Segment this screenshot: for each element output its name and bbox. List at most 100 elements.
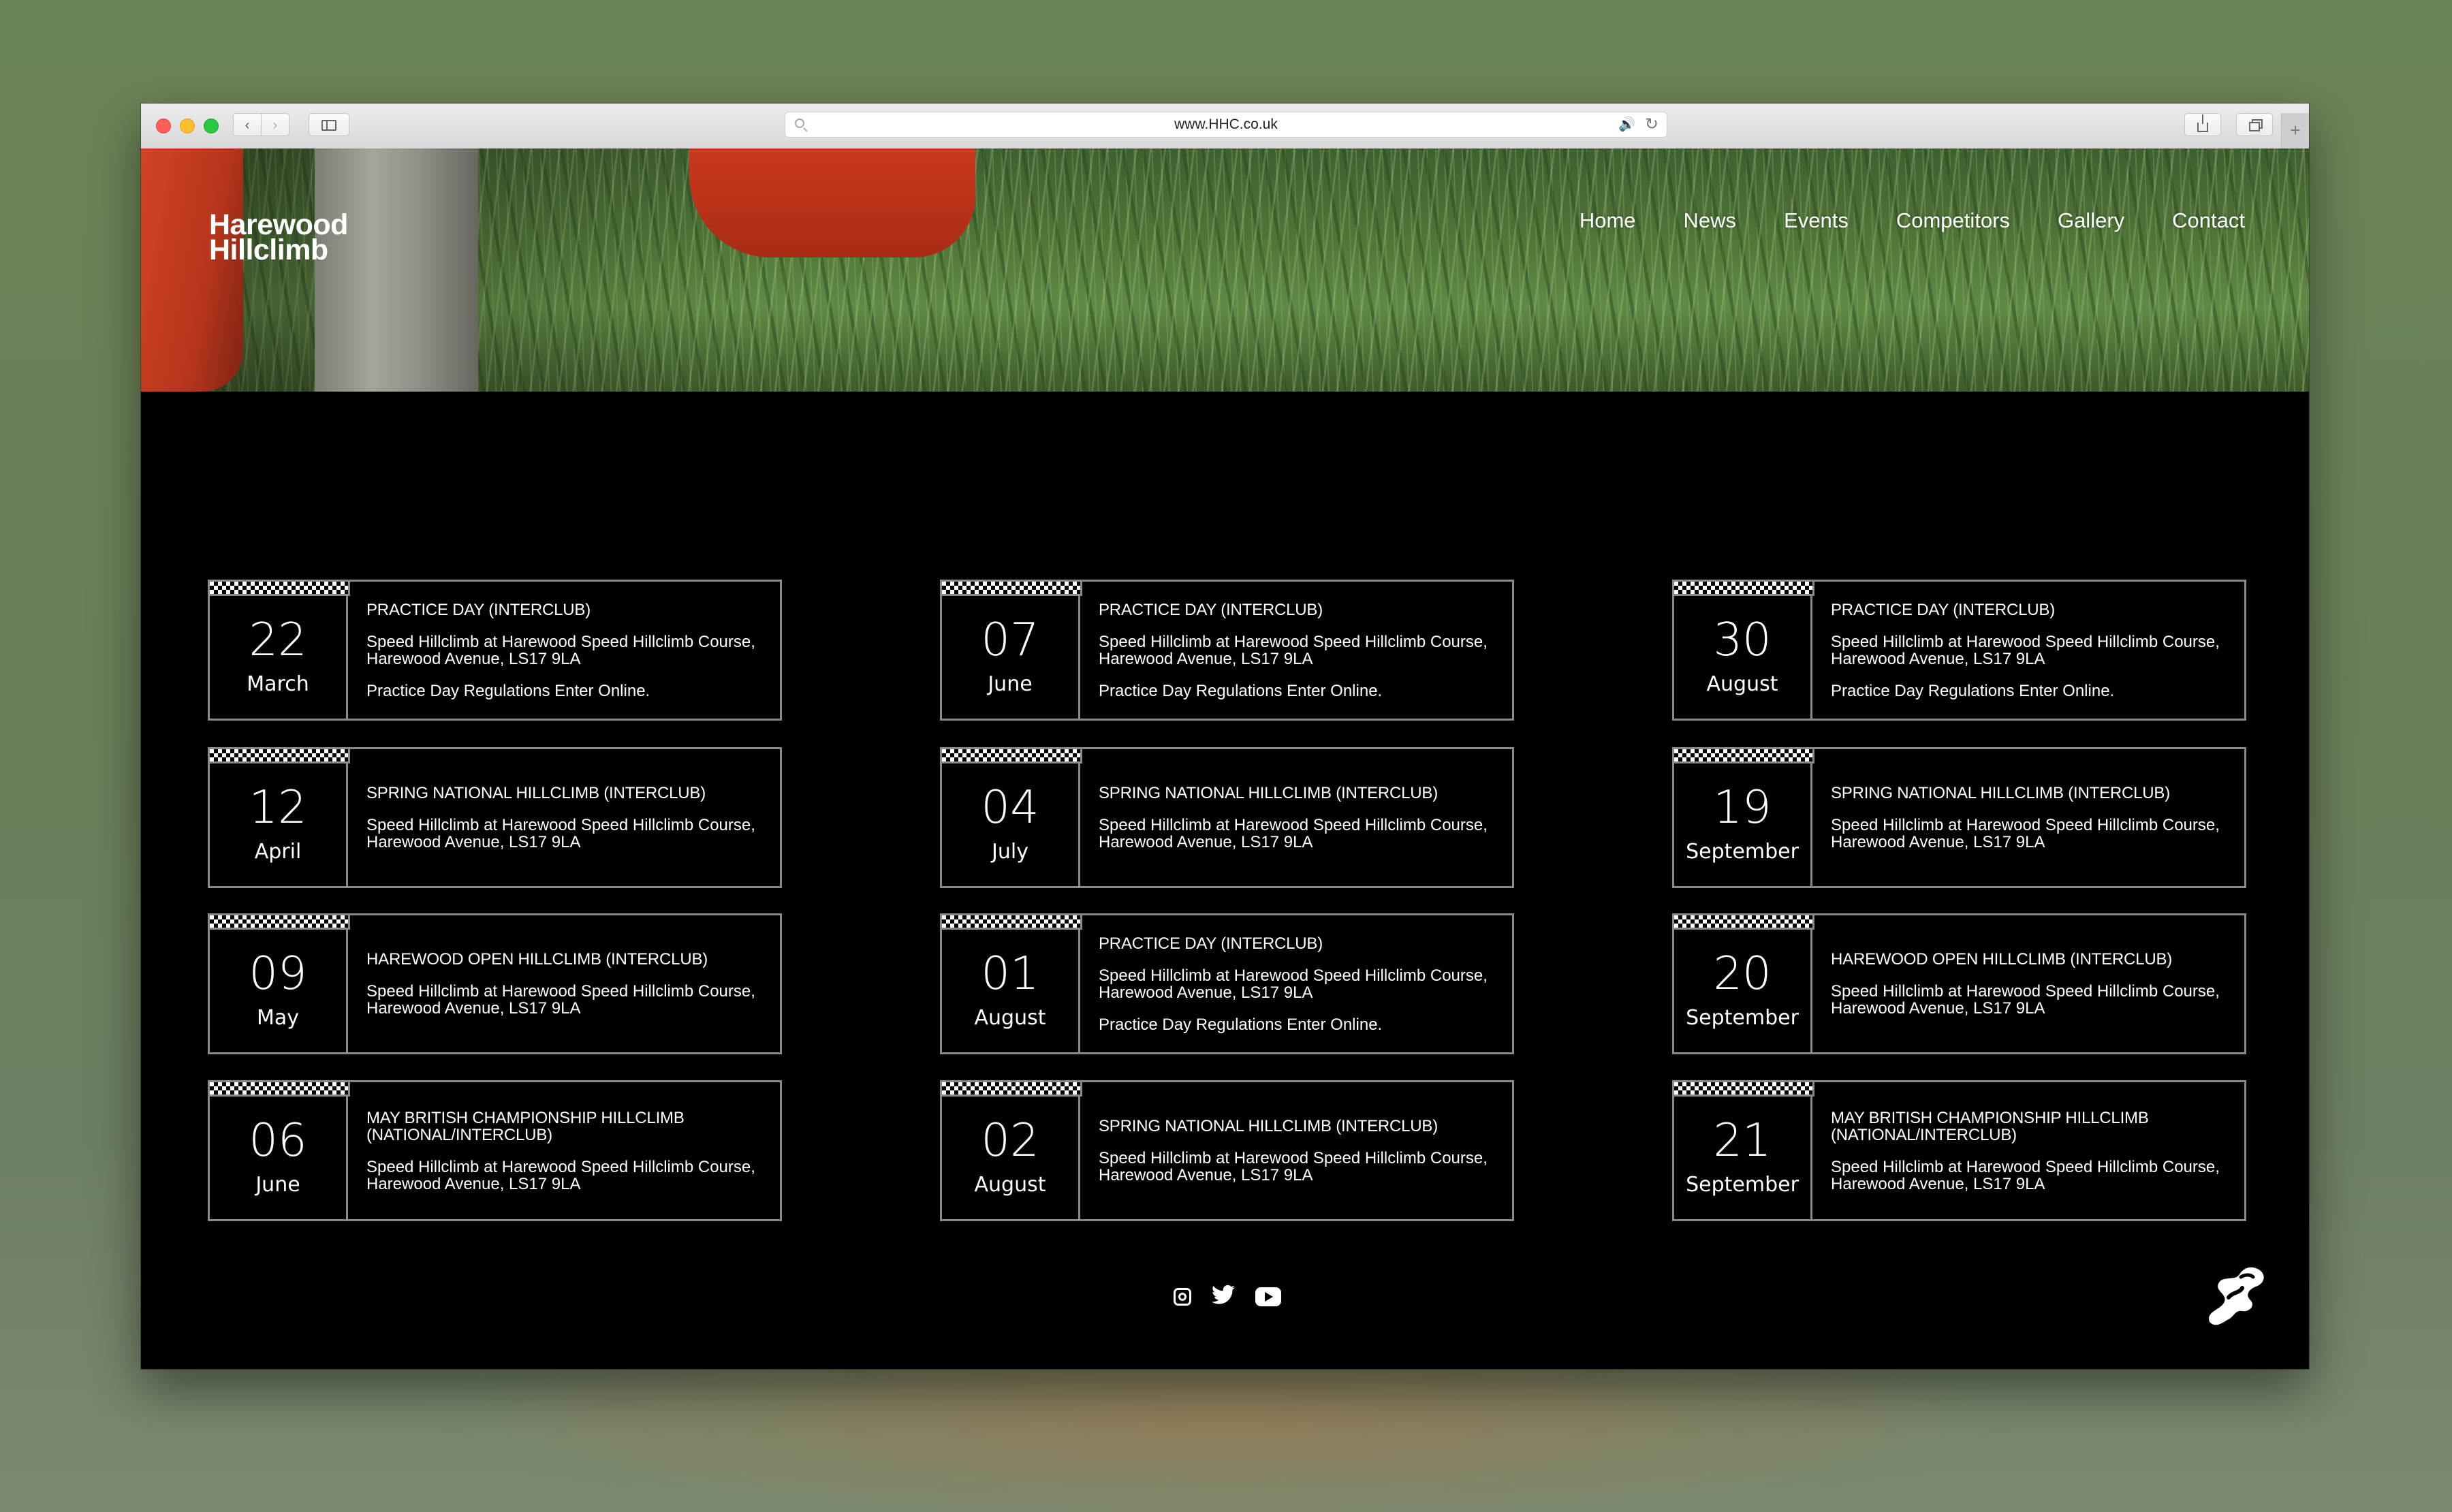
chevron-right-icon: › [272, 118, 278, 133]
url-text: www.HHC.co.uk [1174, 116, 1278, 132]
event-date: 04 July [940, 747, 1082, 886]
event-venue: Speed Hillclimb at Harewood Speed Hillcl… [1099, 966, 1488, 1002]
event-card[interactable]: 20 September HAREWOOD OPEN HILLCLIMB (INTE… [1672, 913, 2246, 1054]
event-card[interactable]: 21 September MAY BRITISH CHAMPIONSHIP HILL… [1672, 1080, 2246, 1221]
event-day: 07 [981, 613, 1039, 666]
checkered-flag-strip [208, 747, 350, 763]
event-date: 22 March [208, 580, 350, 719]
event-card[interactable]: 22 March PRACTICE DAY (INTERCLUB) Speed Hil… [208, 580, 782, 721]
event-date: 09 May [208, 913, 350, 1052]
checkered-flag-strip [1672, 580, 1814, 596]
events-grid: 22 March PRACTICE DAY (INTERCLUB) Speed Hil… [208, 580, 2251, 1261]
address-bar[interactable]: www.HHC.co.uk 🔊 ↻ [785, 112, 1667, 138]
event-info: PRACTICE DAY (INTERCLUB) Speed Hillclimb … [1099, 915, 1500, 1052]
event-day: 01 [981, 947, 1039, 1000]
event-regulations-link[interactable]: Practice Day Regulations Enter Online. [1099, 682, 1500, 699]
event-date: 30 August [1672, 580, 1814, 719]
checkered-flag-strip [1672, 747, 1814, 763]
social-links [1174, 1285, 1281, 1308]
event-date: 06 June [208, 1080, 350, 1219]
event-month: August [974, 1006, 1046, 1030]
event-title: PRACTICE DAY (INTERCLUB) [1099, 600, 1323, 619]
event-month: September [1686, 1006, 1799, 1030]
event-month: June [255, 1173, 300, 1197]
event-card[interactable]: 09 May HAREWOOD OPEN HILLCLIMB (INTERCLUB)… [208, 913, 782, 1054]
main-nav: Home News Events Competitors Gallery Con… [1579, 208, 2245, 233]
browser-window: ‹ › www.HHC.co.uk 🔊 ↻ + Harewood Hillcli… [141, 104, 2309, 1369]
event-month: September [1686, 840, 1799, 864]
share-icon [2197, 114, 2208, 132]
event-month: August [1706, 672, 1778, 696]
event-info: HAREWOOD OPEN HILLCLIMB (INTERCLUB) Speed… [366, 915, 768, 1052]
event-info: SPRING NATIONAL HILLCLIMB (INTERCLUB) Spe… [1831, 749, 2233, 886]
event-title: SPRING NATIONAL HILLCLIMB (INTERCLUB) [1099, 1117, 1439, 1135]
event-regulations-link[interactable]: Practice Day Regulations Enter Online. [1099, 1016, 1500, 1033]
event-info: MAY BRITISH CHAMPIONSHIP HILLCLIMB (NATI… [1831, 1082, 2233, 1219]
event-title: HAREWOOD OPEN HILLCLIMB (INTERCLUB) [1831, 950, 2173, 968]
event-venue: Speed Hillclimb at Harewood Speed Hillcl… [366, 632, 755, 668]
event-venue: Speed Hillclimb at Harewood Speed Hillcl… [1099, 1149, 1488, 1184]
event-card[interactable]: 30 August PRACTICE DAY (INTERCLUB) Speed Hi… [1672, 580, 2246, 721]
nav-competitors[interactable]: Competitors [1896, 208, 2010, 233]
event-card[interactable]: 12 April SPRING NATIONAL HILLCLIMB (INTERC… [208, 747, 782, 888]
minimize-window-button[interactable] [180, 119, 195, 133]
instagram-icon[interactable] [1174, 1287, 1191, 1306]
event-day: 30 [1713, 613, 1772, 666]
event-title: PRACTICE DAY (INTERCLUB) [1831, 600, 2056, 619]
nav-home[interactable]: Home [1579, 208, 1636, 233]
event-card[interactable]: 02 August SPRING NATIONAL HILLCLIMB (INTER… [940, 1080, 1514, 1221]
event-day: 02 [981, 1114, 1039, 1167]
event-venue: Speed Hillclimb at Harewood Speed Hillcl… [1831, 816, 2220, 851]
event-day: 09 [249, 947, 307, 1000]
zoom-window-button[interactable] [204, 119, 219, 133]
event-month: May [256, 1006, 300, 1030]
nav-events[interactable]: Events [1784, 208, 1849, 233]
event-venue: Speed Hillclimb at Harewood Speed Hillcl… [1099, 816, 1488, 851]
sidebar-icon [321, 120, 336, 131]
event-day: 12 [249, 781, 307, 834]
event-month: September [1686, 1173, 1799, 1197]
event-card[interactable]: 06 June MAY BRITISH CHAMPIONSHIP HILLCLIMB… [208, 1080, 782, 1221]
event-info: SPRING NATIONAL HILLCLIMB (INTERCLUB) Spe… [1099, 749, 1500, 886]
event-day: 20 [1713, 947, 1772, 1000]
event-card[interactable]: 01 August PRACTICE DAY (INTERCLUB) Speed Hi… [940, 913, 1514, 1054]
new-tab-button[interactable]: + [2281, 113, 2309, 148]
event-info: PRACTICE DAY (INTERCLUB) Speed Hillclimb … [1099, 582, 1500, 719]
nav-news[interactable]: News [1684, 208, 1737, 233]
event-card[interactable]: 04 July SPRING NATIONAL HILLCLIMB (INTERCL… [940, 747, 1514, 888]
nav-contact[interactable]: Contact [2172, 208, 2245, 233]
sidebar-toggle-button[interactable] [309, 113, 349, 136]
event-date: 02 August [940, 1080, 1082, 1219]
hhc-logo-icon[interactable] [2201, 1257, 2269, 1332]
event-day: 04 [981, 781, 1039, 834]
checkered-flag-strip [208, 580, 350, 596]
show-tabs-button[interactable] [2236, 113, 2273, 136]
event-info: SPRING NATIONAL HILLCLIMB (INTERCLUB) Spe… [1099, 1082, 1500, 1219]
share-button[interactable] [2184, 113, 2221, 136]
event-venue: Speed Hillclimb at Harewood Speed Hillcl… [1831, 1157, 2220, 1193]
forward-button[interactable]: › [261, 113, 289, 136]
event-venue: Speed Hillclimb at Harewood Speed Hillcl… [1831, 982, 2220, 1018]
event-regulations-link[interactable]: Practice Day Regulations Enter Online. [366, 682, 768, 699]
event-card[interactable]: 19 September SPRING NATIONAL HILLCLIMB (IN… [1672, 747, 2246, 888]
checkered-flag-strip [208, 913, 350, 930]
checkered-flag-strip [940, 1080, 1082, 1097]
back-button[interactable]: ‹ [233, 113, 262, 136]
twitter-icon[interactable] [1212, 1285, 1235, 1308]
reload-icon[interactable]: ↻ [1645, 114, 1659, 134]
hero-banner: Harewood Hillclimb Home News Events Comp… [141, 148, 2309, 392]
brand-line-2: Hillclimb [209, 234, 328, 266]
hero-red-jacket [689, 148, 975, 257]
youtube-icon[interactable] [1255, 1287, 1281, 1306]
close-window-button[interactable] [156, 119, 171, 133]
site-logo[interactable]: Harewood Hillclimb [209, 210, 348, 266]
event-card[interactable]: 07 June PRACTICE DAY (INTERCLUB) Speed Hill… [940, 580, 1514, 721]
event-day: 22 [249, 613, 307, 666]
nav-gallery[interactable]: Gallery [2058, 208, 2124, 233]
event-regulations-link[interactable]: Practice Day Regulations Enter Online. [1831, 682, 2233, 699]
plus-icon: + [2290, 120, 2301, 140]
event-title: SPRING NATIONAL HILLCLIMB (INTERCLUB) [366, 784, 706, 802]
event-title: PRACTICE DAY (INTERCLUB) [366, 600, 591, 619]
event-info: MAY BRITISH CHAMPIONSHIP HILLCLIMB (NATI… [366, 1082, 768, 1219]
speaker-icon[interactable]: 🔊 [1618, 116, 1635, 133]
